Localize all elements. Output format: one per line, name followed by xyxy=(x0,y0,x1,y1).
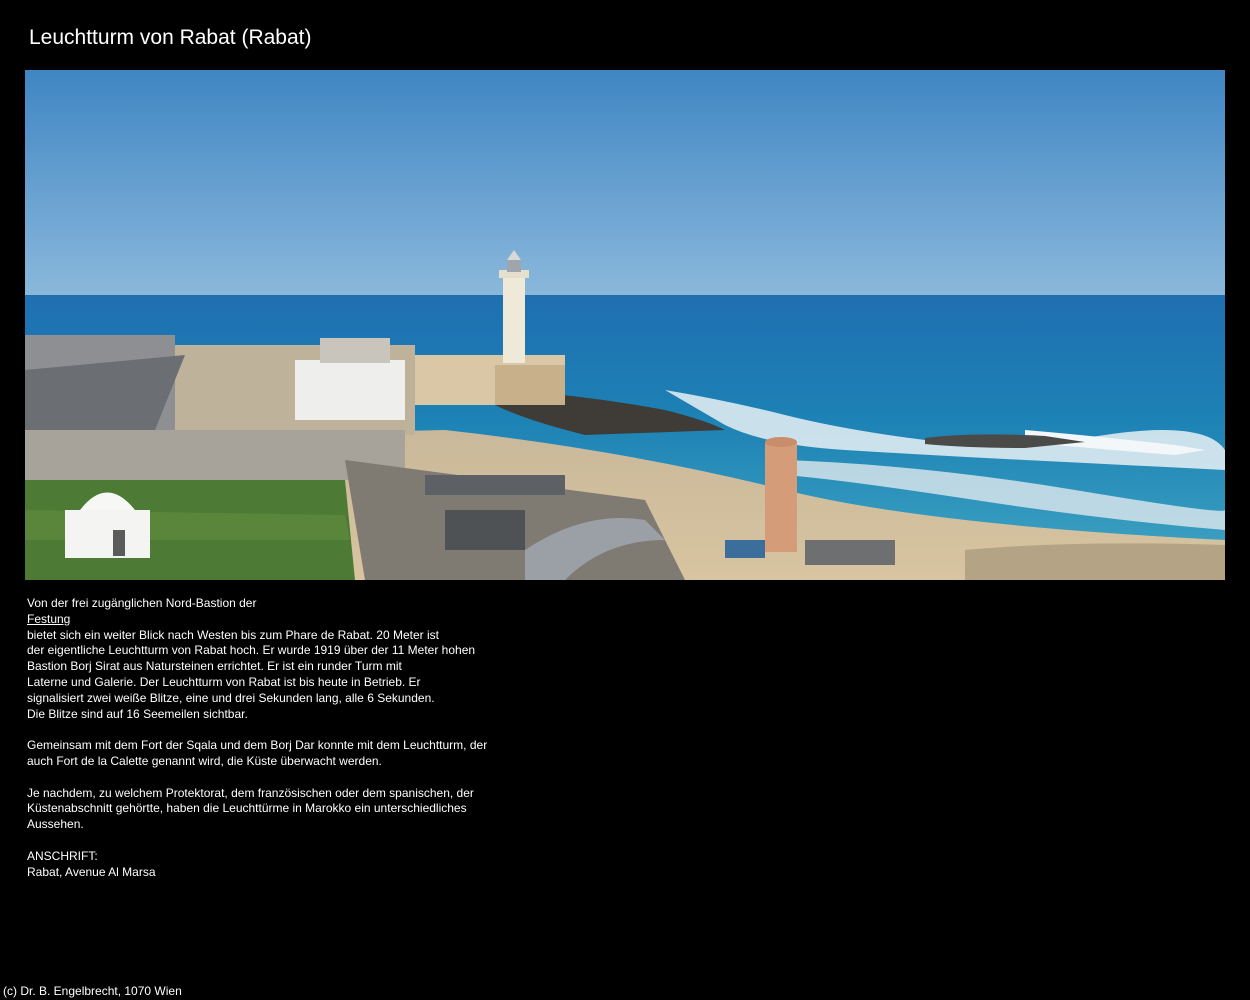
description-line: der eigentliche Leuchtturm von Rabat hoc… xyxy=(27,643,476,658)
description-line: Küstenabschnitt gehörtte, haben die Leuc… xyxy=(27,801,467,816)
description-paragraph-3: Je nachdem, zu welchem Protektorat, dem … xyxy=(27,786,507,833)
description-line: bietet sich ein weiter Blick nach Westen… xyxy=(27,627,439,642)
address-block: ANSCHRIFT: Rabat, Avenue Al Marsa xyxy=(27,849,507,881)
description-line: Die Blitze sind auf 16 Seemeilen sichtba… xyxy=(27,706,248,721)
description-line: Laterne und Galerie. Der Leuchtturm von … xyxy=(27,674,421,689)
description-line: auch Fort de la Calette genannt wird, di… xyxy=(27,753,382,768)
description: Von der frei zugänglichen Nord-Bastion d… xyxy=(27,596,507,896)
address-label: ANSCHRIFT: xyxy=(27,848,98,863)
description-line: signalisiert zwei weiße Blitze, eine und… xyxy=(27,690,435,705)
description-line: Je nachdem, zu welchem Protektorat, dem … xyxy=(27,785,474,800)
copyright-footer: (c) Dr. B. Engelbrecht, 1070 Wien xyxy=(3,984,182,998)
festung-link[interactable]: Festung xyxy=(27,612,70,626)
description-line: Aussehen. xyxy=(27,817,84,832)
description-line: Bastion Borj Sirat aus Natursteinen erri… xyxy=(27,659,402,674)
address-value: Rabat, Avenue Al Marsa xyxy=(27,864,156,879)
lighthouse-photo xyxy=(25,70,1225,580)
description-paragraph-2: Gemeinsam mit dem Fort der Sqala und dem… xyxy=(27,738,507,770)
description-intro: Von der frei zugänglichen Nord-Bastion d… xyxy=(27,596,257,610)
description-line: Gemeinsam mit dem Fort der Sqala und dem… xyxy=(27,738,488,753)
description-paragraph-1: Von der frei zugänglichen Nord-Bastion d… xyxy=(27,596,507,722)
page-title: Leuchtturm von Rabat (Rabat) xyxy=(29,26,312,49)
